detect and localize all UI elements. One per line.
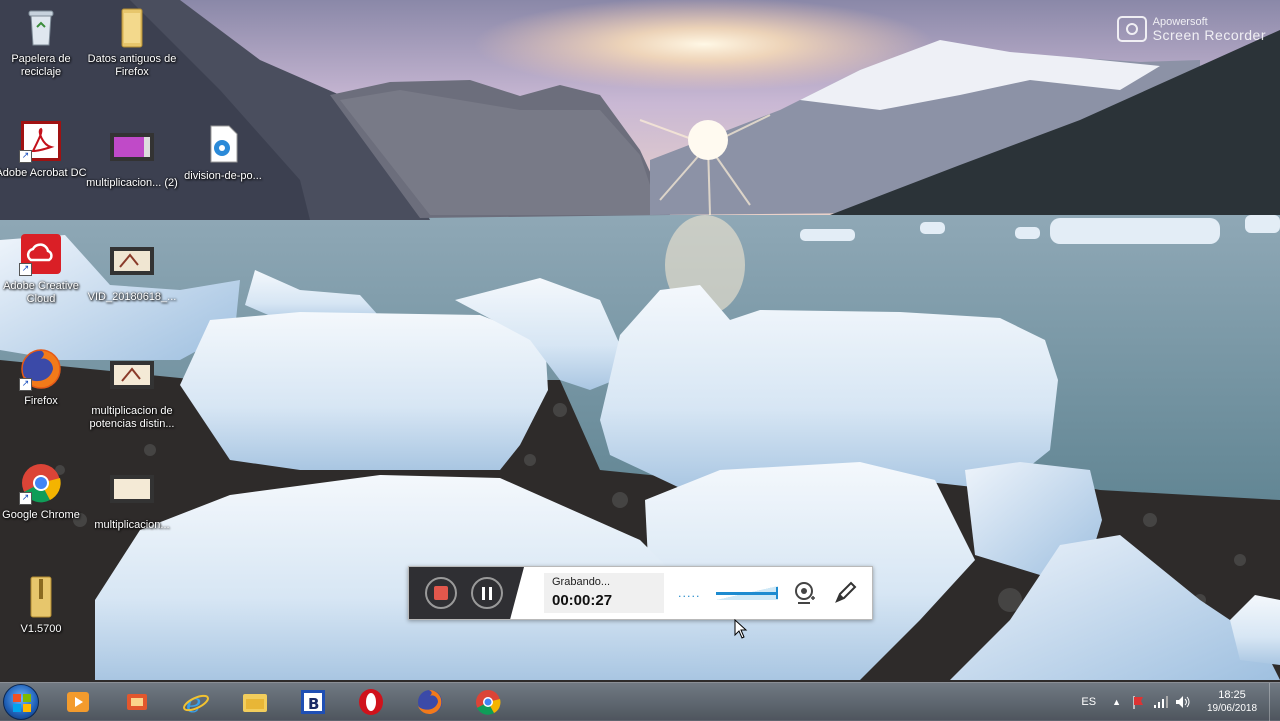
watermark-brand: Apowersoft: [1152, 15, 1208, 28]
network-signal-icon[interactable]: [1153, 695, 1169, 709]
taskbar-file-explorer[interactable]: [235, 686, 275, 718]
volume-slider[interactable]: [716, 586, 779, 600]
clock-time: 18:25: [1218, 689, 1246, 701]
shortcut-arrow-icon: ↗: [19, 492, 32, 505]
shortcut-arrow-icon: ↗: [19, 263, 32, 276]
desktop-icon-label: Papelera de reciclaje: [11, 53, 71, 78]
video-file-icon: [110, 129, 154, 173]
chrome-icon: ↗: [19, 461, 63, 505]
language-indicator[interactable]: ES: [1081, 696, 1096, 708]
desktop-icon-label: Adobe Acrobat DC: [0, 167, 87, 179]
recording-timer: 00:00:27: [552, 592, 613, 609]
desktop-icon-adobe-creative-cloud[interactable]: ↗ Adobe Creative Cloud: [0, 232, 87, 306]
desktop-icon-label: Firefox: [24, 395, 58, 407]
desktop-icon-label: Datos antiguos de Firefox: [87, 53, 177, 78]
audio-level-dots: .....: [678, 586, 701, 600]
desktop-icon-vid-20180618[interactable]: VID_20180618_...: [86, 243, 178, 304]
taskbar-opera[interactable]: [351, 686, 391, 718]
recording-status-text: Grabando...: [552, 576, 611, 588]
video-file-icon: [110, 243, 154, 287]
taskbar-chrome[interactable]: [468, 686, 508, 718]
media-center-icon: [127, 694, 147, 710]
folder-icon: [110, 5, 154, 49]
pause-recording-button[interactable]: [471, 577, 503, 609]
webcam-icon: [795, 582, 816, 604]
system-tray: ES ▲ 18:25 19/06/2018: [1081, 683, 1280, 721]
taskbar-media-center[interactable]: [117, 686, 157, 718]
recording-status-panel: Grabando... 00:00:27: [544, 573, 664, 613]
internet-explorer-icon: e: [183, 689, 209, 716]
media-player-icon: [67, 692, 89, 712]
watermark-product: Screen Recorder: [1152, 26, 1266, 43]
adobe-creative-cloud-icon: ↗: [19, 232, 63, 276]
show-hidden-icons-button[interactable]: ▲: [1112, 697, 1121, 707]
volume-handle[interactable]: [776, 587, 779, 599]
clock-date: 19/06/2018: [1206, 703, 1258, 714]
stop-recording-button[interactable]: [425, 577, 457, 609]
shortcut-arrow-icon: ↗: [19, 150, 32, 163]
adobe-acrobat-icon: ↗: [19, 119, 63, 163]
webcam-button[interactable]: [792, 580, 818, 606]
recording-toolbar: Grabando... 00:00:27 .....: [408, 566, 873, 620]
windows-logo-icon: [13, 694, 31, 712]
desktop-icon-recycle-bin[interactable]: Papelera de reciclaje: [0, 5, 87, 79]
firefox-icon: ↗: [19, 347, 63, 391]
desktop-icon-label: division-de-po...: [184, 170, 262, 182]
pencil-icon: [835, 581, 857, 603]
firefox-icon: [418, 690, 442, 714]
b-app-icon: B: [301, 690, 325, 714]
taskbar: e B ES ▲ 18:25 19/06/2018: [0, 682, 1280, 721]
chrome-icon: [476, 690, 501, 715]
desktop-icon-label: multiplicacion...: [94, 519, 170, 531]
svg-text:B: B: [308, 695, 319, 713]
desktop-icon-v15700[interactable]: V1.5700: [0, 575, 87, 636]
desktop-icon-label: Google Chrome: [2, 509, 80, 521]
video-file-icon: [110, 471, 154, 515]
volume-fill: [716, 592, 779, 595]
desktop-icon-label: multiplicacion de potencias distin...: [89, 405, 175, 430]
desktop-icon-division-de-po[interactable]: division-de-po...: [177, 122, 269, 183]
mouse-cursor-icon: [734, 619, 748, 639]
taskbar-firefox[interactable]: [410, 686, 450, 718]
taskbar-b-app[interactable]: B: [293, 686, 333, 718]
clock[interactable]: 18:25 19/06/2018: [1201, 688, 1263, 716]
video-file-icon: [110, 357, 154, 401]
desktop-icon-label: VID_20180618_...: [87, 291, 177, 303]
desktop-icon-label: multiplicacion... (2): [86, 177, 178, 189]
desktop-icon-firefox[interactable]: ↗ Firefox: [0, 347, 87, 408]
file-explorer-icon: [243, 694, 267, 712]
stop-icon: [434, 586, 448, 600]
desktop-icon-old-firefox-data[interactable]: Datos antiguos de Firefox: [86, 5, 178, 79]
desktop-icon-adobe-acrobat[interactable]: ↗ Adobe Acrobat DC: [0, 119, 87, 180]
desktop-icon-label: Adobe Creative Cloud: [3, 280, 79, 305]
screen-recorder-watermark: Apowersoft Screen Recorder: [1116, 15, 1266, 43]
desktop-icon-google-chrome[interactable]: ↗ Google Chrome: [0, 461, 87, 522]
desktop-icon-label: V1.5700: [20, 623, 62, 635]
audio-file-icon: [201, 122, 245, 166]
annotate-button[interactable]: [832, 580, 858, 606]
volume-icon[interactable]: [1175, 695, 1191, 709]
recycle-bin-icon: [19, 5, 63, 49]
opera-icon: [359, 689, 383, 715]
camera-icon: [1116, 16, 1147, 42]
desktop-icon-multiplicacion[interactable]: multiplicacion...: [86, 471, 178, 532]
flag-notification-icon[interactable]: [1131, 694, 1145, 710]
zip-folder-icon: [19, 575, 63, 619]
start-button[interactable]: [3, 684, 39, 720]
recording-controls: [409, 567, 524, 619]
desktop-icon-multiplicacion-potencias[interactable]: multiplicacion de potencias distin...: [86, 357, 178, 431]
desktop-icon-multiplicacion-2[interactable]: multiplicacion... (2): [86, 129, 178, 190]
pause-icon: [482, 586, 492, 600]
shortcut-arrow-icon: ↗: [19, 378, 32, 391]
show-desktop-button[interactable]: [1269, 683, 1280, 721]
taskbar-internet-explorer[interactable]: e: [176, 686, 216, 718]
taskbar-media-player[interactable]: [58, 686, 98, 718]
